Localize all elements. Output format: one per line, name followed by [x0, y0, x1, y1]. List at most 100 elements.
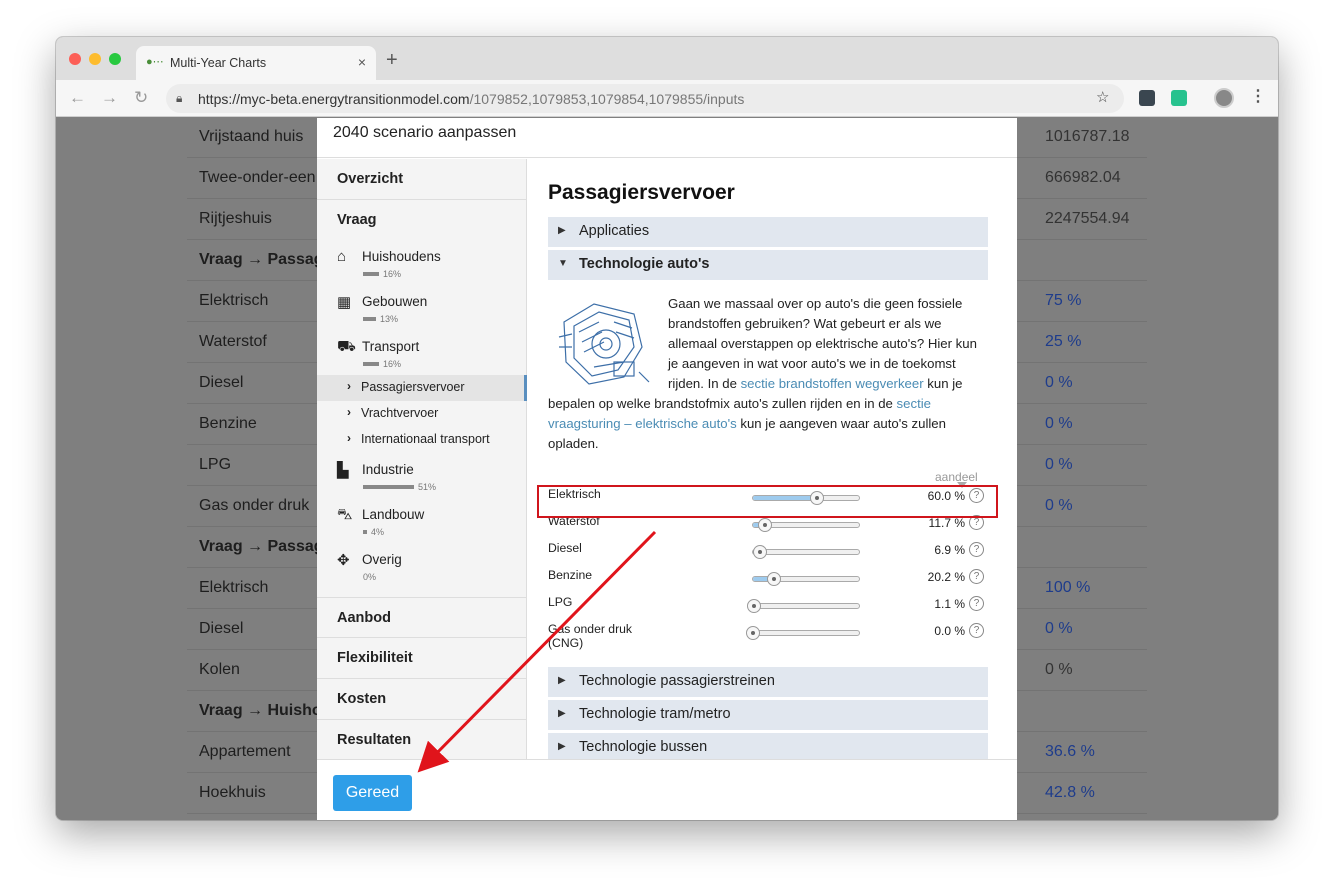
slider-handle[interactable] — [753, 545, 768, 559]
url-host: https://myc-beta.energytransitionmodel.c… — [198, 91, 470, 107]
sidebar-sub-label: Internationaal transport — [361, 432, 490, 446]
sidebar-item-gebouwen[interactable]: ▦ Gebouwen 13% — [337, 293, 517, 333]
help-icon[interactable]: ? — [969, 569, 984, 584]
sidebar-vraag-label: Vraag — [337, 212, 377, 228]
share-bar — [363, 362, 379, 366]
accordion-bussen[interactable]: ▶ Technologie bussen — [548, 733, 988, 759]
help-icon[interactable]: ? — [969, 623, 984, 638]
accordion-technologie-autos[interactable]: ▼ Technologie auto's — [548, 250, 988, 280]
chevron-right-icon: › — [347, 431, 351, 445]
sidebar-item-label: Gebouwen — [362, 294, 428, 309]
sidebar-sub-vrachtvervoer[interactable]: › Vrachtvervoer — [317, 401, 527, 427]
sidebar-aanbod-label: Aanbod — [337, 610, 391, 626]
accordion-label: Technologie tram/metro — [579, 706, 731, 722]
slider-track[interactable] — [752, 518, 860, 532]
url-field[interactable]: 🔒︎ https://myc-beta.energytransitionmode… — [166, 84, 1124, 113]
slider-value: 1.1 % — [934, 597, 965, 611]
slider-handle[interactable] — [746, 626, 760, 640]
slider-track[interactable] — [747, 599, 860, 613]
row-value: 0 % — [1045, 620, 1073, 637]
accordion-applicaties[interactable]: ▶ Applicaties — [548, 217, 988, 247]
modal-title: 2040 scenario aanpassen — [333, 124, 517, 141]
extension-icon[interactable] — [1139, 90, 1155, 106]
sidebar-item-label: Transport — [362, 339, 420, 354]
main-panel: Passagiersvervoer ▶ Applicaties ▼ Techno… — [528, 159, 1017, 759]
tab-close-icon[interactable]: × — [358, 54, 366, 70]
share-pct: 4% — [371, 527, 385, 537]
browser-tab[interactable]: ●⋯ Multi-Year Charts × — [136, 46, 376, 80]
minimize-window-button[interactable] — [89, 53, 101, 65]
menu-kebab-icon[interactable]: ⋮ — [1250, 86, 1266, 106]
forward-icon[interactable]: → — [101, 88, 118, 108]
caret-right-icon: ▶ — [558, 708, 566, 719]
slider-label: Gas onder druk (CNG) — [548, 622, 633, 650]
close-window-button[interactable] — [69, 53, 81, 65]
car-icon: ⛟ — [337, 338, 356, 355]
caret-right-icon: ▶ — [558, 741, 566, 752]
accordion-label: Applicaties — [579, 223, 650, 239]
accordion-label: Technologie auto's — [579, 256, 710, 272]
slider-handle[interactable] — [747, 599, 762, 613]
share-pct: 0% — [363, 572, 377, 582]
help-icon[interactable]: ? — [969, 596, 984, 611]
share-pct: 16% — [383, 359, 402, 369]
sidebar-vraag[interactable]: Vraag — [317, 200, 527, 241]
row-label: LPG — [199, 456, 232, 473]
slider-track[interactable] — [746, 626, 860, 640]
slider-handle[interactable] — [758, 518, 773, 532]
extension-icon[interactable] — [1171, 90, 1187, 106]
sidebar-overzicht-label: Overzicht — [337, 171, 404, 187]
slider-track[interactable] — [752, 545, 860, 559]
sidebar-item-industrie[interactable]: ▙ Industrie 51% — [337, 461, 517, 501]
link-brandstoffen[interactable]: sectie brandstoffen wegverkeer — [741, 376, 924, 391]
bookmark-star-icon[interactable]: ☆ — [1096, 88, 1109, 106]
slider-label: LPG — [548, 595, 573, 609]
reload-icon[interactable]: ↻ — [134, 88, 148, 108]
page-content: Vrijstaand huis 1016787.18 Twee-onder-een 6… — [56, 118, 1278, 820]
tab-bar: ●⋯ Multi-Year Charts × + — [56, 37, 1278, 80]
row-label: Gas onder druk — [199, 497, 310, 514]
address-bar: ← → ↻ 🔒︎ https://myc-beta.energytransiti… — [56, 80, 1278, 117]
sidebar-item-overig[interactable]: ✥ Overig 0% — [337, 551, 517, 591]
row-label: Rijtjeshuis — [199, 210, 272, 227]
maximize-window-button[interactable] — [109, 53, 121, 65]
row-value: 25 % — [1045, 333, 1082, 350]
slider-value: 20.2 % — [927, 570, 965, 584]
help-icon[interactable]: ? — [969, 542, 984, 557]
row-value: 36.6 % — [1045, 743, 1095, 760]
sidebar-sub-internationaal[interactable]: › Internationaal transport — [317, 427, 527, 453]
sidebar-aanbod[interactable]: Aanbod — [317, 597, 527, 638]
sidebar-item-label: Huishoudens — [362, 249, 441, 264]
sidebar-overzicht[interactable]: Overzicht — [317, 159, 527, 200]
sidebar-flexibiliteit[interactable]: Flexibiliteit — [317, 638, 527, 679]
sidebar-item-transport[interactable]: ⛟ Transport 16% — [337, 338, 517, 378]
caret-right-icon: ▶ — [558, 225, 566, 236]
sidebar-resultaten[interactable]: Resultaten — [317, 720, 527, 761]
row-label: Appartement — [199, 743, 291, 760]
sidebar-sub-label: Passagiersvervoer — [361, 380, 465, 394]
row-label: Vraag → Passag — [199, 538, 324, 555]
done-button[interactable]: Gereed — [333, 775, 412, 811]
accordion-tram-metro[interactable]: ▶ Technologie tram/metro — [548, 700, 988, 730]
back-icon[interactable]: ← — [69, 88, 86, 108]
slider-track[interactable] — [752, 572, 860, 586]
row-value: 2247554.94 — [1045, 210, 1130, 227]
sidebar-item-huishoudens[interactable]: ⌂ Huishoudens 16% — [337, 248, 517, 288]
row-value: 0 % — [1045, 456, 1073, 473]
row-label: Vraag → Huisho — [199, 702, 322, 719]
chevron-right-icon: › — [347, 379, 351, 393]
caret-down-icon: ▼ — [558, 258, 568, 269]
slider-handle[interactable] — [767, 572, 782, 586]
sidebar-item-landbouw[interactable]: ⛍ Landbouw 4% — [337, 506, 517, 546]
caret-right-icon: ▶ — [558, 675, 566, 686]
sidebar-sub-passagiersvervoer[interactable]: › Passagiersvervoer — [317, 375, 527, 401]
sidebar-kosten-label: Kosten — [337, 691, 387, 707]
avatar[interactable] — [1214, 88, 1234, 108]
accordion-label: Technologie passagierstreinen — [579, 673, 775, 689]
slider-value: 0.0 % — [934, 624, 965, 638]
row-value: 0 % — [1045, 661, 1073, 678]
accordion-passagierstreinen[interactable]: ▶ Technologie passagierstreinen — [548, 667, 988, 697]
sidebar-kosten[interactable]: Kosten — [317, 679, 527, 720]
new-tab-button[interactable]: + — [386, 49, 398, 72]
row-label: Diesel — [199, 620, 244, 637]
